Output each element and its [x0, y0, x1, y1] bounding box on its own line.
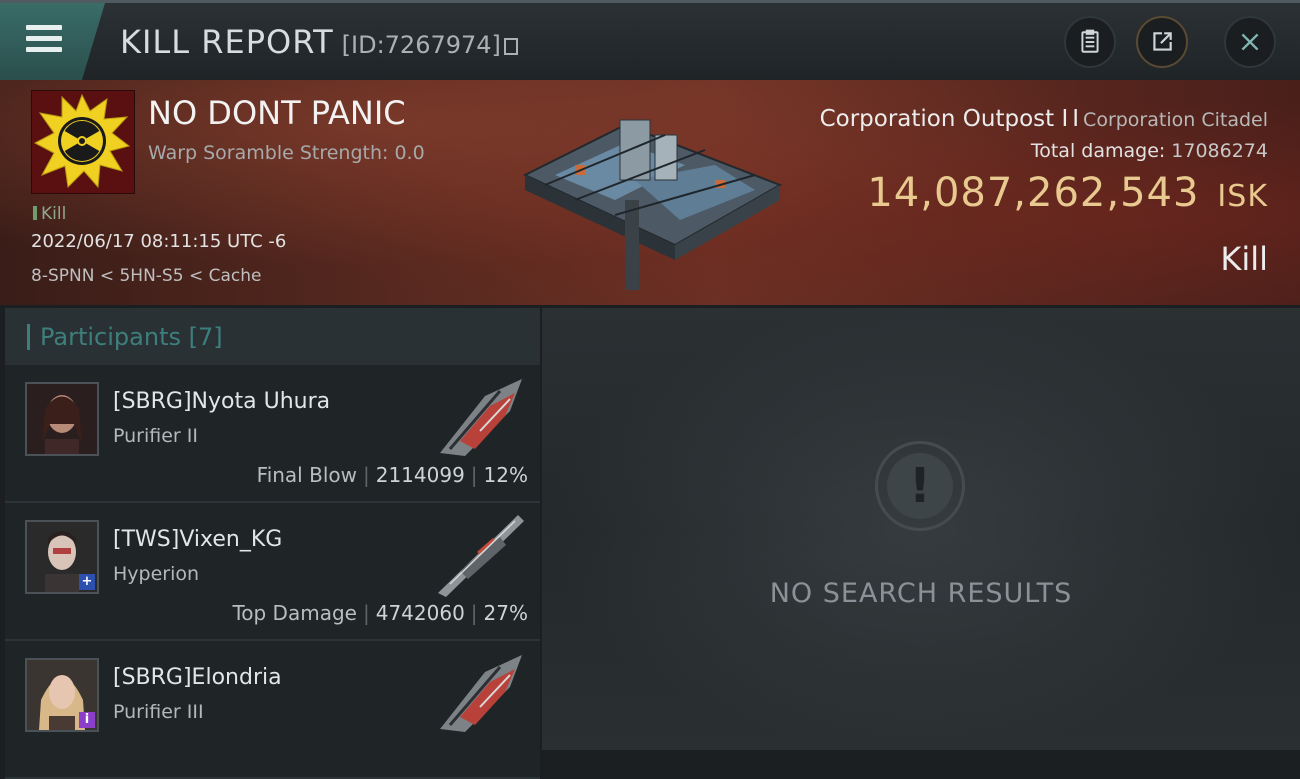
participants-header[interactable]: Participants [7] [5, 308, 540, 365]
participants-count: [7] [188, 322, 223, 351]
participant-name[interactable]: [SBRG]Elondria [113, 665, 282, 690]
participant-row[interactable]: + [TWS]Vixen_KG Hyperion Top Damage | 4742… [5, 503, 540, 641]
participants-label: Participants [40, 322, 181, 351]
page-title: KILL REPORT [ID:7267974] [120, 23, 518, 61]
share-icon [1153, 32, 1172, 51]
participant-ship: Purifier II [113, 425, 198, 447]
target-structure: Corporation Outpost I I Corporation Citade… [820, 106, 1268, 132]
kill-datetime: 2022/06/17 08:11:15 UTC -6 [31, 231, 287, 252]
radiation-icon [33, 93, 131, 189]
close-icon [1241, 33, 1259, 51]
participants-panel: Participants [7] [SBRG]Nyota Uhura Purif… [5, 308, 540, 779]
participant-row[interactable]: [SBRG]Nyota Uhura Purifier II Final Blow… [5, 365, 540, 503]
ship-image [440, 379, 522, 456]
kill-tag-text: Kill [41, 204, 67, 224]
kill-marker-icon [33, 206, 37, 220]
kill-tag: Kill [33, 204, 66, 224]
total-damage: Total damage: 17086274 [1031, 140, 1268, 162]
portrait-image [27, 384, 97, 454]
clipboard-button[interactable] [1064, 16, 1116, 68]
participant-stats: Final Blow | 2114099 | 12% [256, 463, 528, 487]
participant-name[interactable]: [SBRG]Nyota Uhura [113, 389, 330, 414]
exclamation-icon: ! [875, 441, 965, 531]
victim-name[interactable]: NO DONT PANIC [148, 94, 406, 132]
kill-result-label: Kill [1220, 240, 1268, 278]
plus-badge-icon: + [79, 574, 95, 590]
top-bar: KILL REPORT [ID:7267974] [0, 0, 1300, 80]
isk-amount: 14,087,262,543 [867, 170, 1200, 216]
participant-role: Top Damage [232, 601, 357, 625]
target-structure-class: Corporation Citadel [1083, 109, 1268, 131]
info-badge-icon: i [79, 712, 95, 728]
header-accent-bar [27, 323, 30, 350]
exclamation-glyph: ! [887, 453, 953, 519]
participant-damage: 2114099 [375, 463, 465, 487]
title-text: KILL REPORT [120, 23, 334, 61]
participant-name[interactable]: [TWS]Vixen_KG [113, 527, 282, 552]
share-button[interactable] [1136, 16, 1188, 68]
empty-results-message: NO SEARCH RESULTS [769, 578, 1073, 609]
target-separator: I [1072, 106, 1080, 132]
total-damage-label: Total damage: [1030, 140, 1166, 162]
hamburger-menu-icon[interactable] [26, 25, 62, 55]
close-button[interactable] [1224, 16, 1276, 68]
participant-percent: 12% [483, 463, 528, 487]
participant-ship: Hyperion [113, 563, 200, 585]
isk-value: 14,087,262,543 ISK [867, 170, 1268, 216]
report-id: [ID:7267974] [341, 31, 501, 59]
participant-damage: 4742060 [375, 601, 465, 625]
avatar[interactable] [25, 382, 99, 456]
avatar[interactable]: i [25, 658, 99, 732]
participant-row[interactable]: i [SBRG]Elondria Purifier III [5, 641, 540, 779]
participant-role: Final Blow [256, 463, 357, 487]
kill-banner: NO DONT PANIC Warp Soramble Strength: 0.… [0, 80, 1300, 305]
kill-location[interactable]: 8-SPNN < 5HN-S5 < Cache [31, 266, 261, 286]
copy-icon[interactable] [503, 38, 518, 55]
clipboard-icon [1081, 29, 1099, 53]
participant-percent: 27% [483, 601, 528, 625]
ship-image [440, 655, 522, 732]
target-structure-name[interactable]: Corporation Outpost I [820, 106, 1069, 132]
avatar[interactable]: + [25, 520, 99, 594]
citadel-structure-image [522, 119, 783, 290]
warp-scramble-strength: Warp Soramble Strength: 0.0 [148, 142, 425, 164]
ship-image [438, 515, 524, 597]
participant-stats: Top Damage | 4742060 | 27% [232, 601, 528, 625]
total-damage-value: 17086274 [1171, 140, 1268, 162]
isk-unit: ISK [1217, 179, 1268, 214]
participant-ship: Purifier III [113, 701, 204, 723]
results-panel: ! NO SEARCH RESULTS [542, 308, 1300, 750]
corporation-logo[interactable] [31, 90, 135, 194]
